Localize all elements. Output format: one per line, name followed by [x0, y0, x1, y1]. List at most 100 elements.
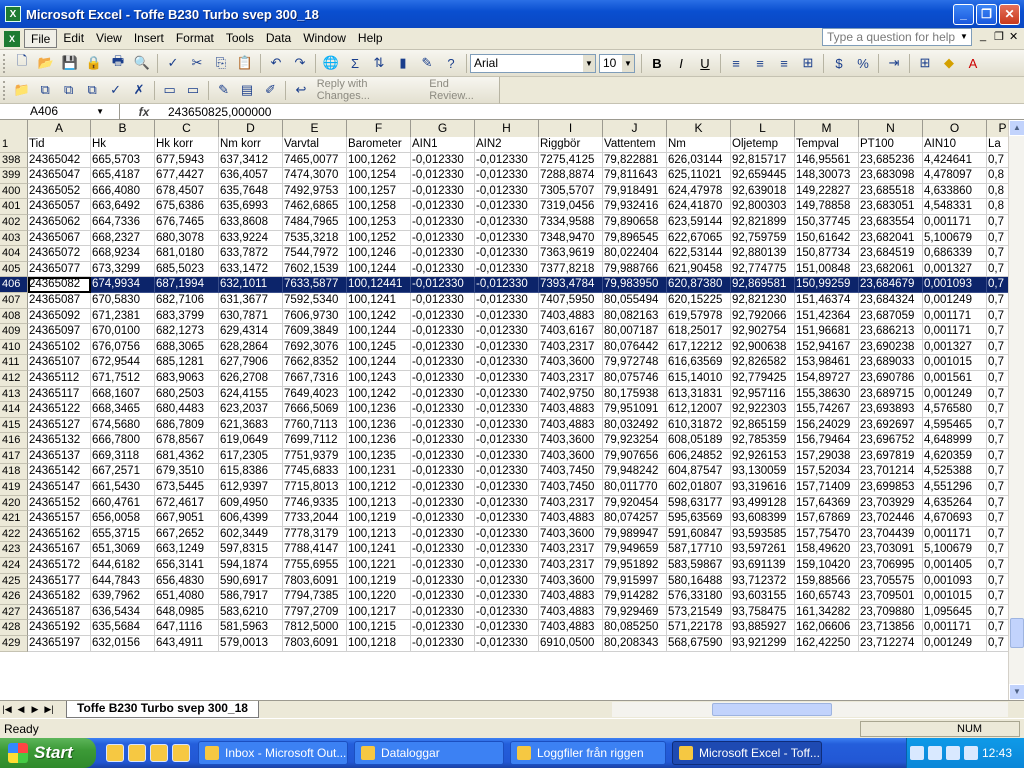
cell[interactable]: 7402,9750	[539, 386, 603, 403]
cell[interactable]: 5,100679	[923, 542, 987, 559]
cell[interactable]: 612,12007	[667, 402, 731, 418]
help-icon[interactable]: ?	[440, 52, 462, 74]
cell[interactable]: -0,012330	[475, 214, 539, 231]
cell[interactable]: 100,1254	[347, 168, 411, 184]
cell[interactable]: 7797,2709	[283, 604, 347, 621]
column-header-p[interactable]: P	[987, 120, 1008, 137]
hyperlink-icon[interactable]: 🌐	[320, 52, 342, 74]
cell[interactable]: 673,3299	[91, 261, 155, 278]
cell[interactable]: 7778,3179	[283, 526, 347, 543]
horizontal-scroll-thumb[interactable]	[712, 703, 832, 716]
cell[interactable]: 655,3715	[91, 526, 155, 543]
cell[interactable]: 621,90458	[667, 261, 731, 278]
last-sheet-icon[interactable]: ▶|	[42, 704, 56, 715]
name-box[interactable]: A406 ▼	[0, 104, 120, 119]
cell[interactable]: 24365137	[28, 448, 91, 465]
cell[interactable]: 0,001405	[923, 558, 987, 574]
cell[interactable]: -0,012330	[411, 402, 475, 418]
cell[interactable]: 637,3412	[219, 152, 283, 169]
cell[interactable]: 0,7	[987, 387, 1008, 403]
cell[interactable]: 24365157	[28, 511, 91, 527]
cell[interactable]: 100,1244	[347, 355, 411, 371]
cell[interactable]: -0,012330	[475, 589, 539, 605]
align-center-icon[interactable]: ≡	[749, 52, 771, 74]
cell[interactable]: 23,693893	[859, 402, 923, 418]
row-header[interactable]: 429	[0, 636, 28, 652]
cell[interactable]: 79,948242	[603, 464, 667, 481]
cell[interactable]: 24365142	[28, 464, 91, 481]
cell[interactable]: 162,42250	[795, 636, 859, 652]
compare-icon[interactable]: ⧉	[34, 79, 55, 101]
cell[interactable]: 151,42364	[795, 308, 859, 325]
cell[interactable]: 100,1262	[347, 152, 411, 169]
cell[interactable]: 7403,4883	[539, 417, 603, 434]
cell[interactable]: 7403,7450	[539, 464, 603, 481]
excel-app-icon[interactable]: X	[5, 6, 21, 22]
row-header[interactable]: 405	[0, 261, 28, 278]
column-header-m[interactable]: M	[795, 120, 859, 137]
cell[interactable]: 591,60847	[667, 526, 731, 543]
percent-icon[interactable]: %	[852, 52, 874, 74]
cell[interactable]: 24365062	[28, 214, 91, 231]
security-icon[interactable]	[963, 746, 978, 760]
cell[interactable]: 664,7336	[91, 214, 155, 231]
cell[interactable]: 150,87734	[795, 246, 859, 262]
cell[interactable]: 602,3449	[219, 526, 283, 543]
cell[interactable]: 0,8	[987, 199, 1008, 215]
cell[interactable]: 24365112	[28, 370, 91, 387]
cell[interactable]: 7755,6955	[283, 558, 347, 574]
cell[interactable]: -0,012330	[411, 495, 475, 512]
row-header[interactable]: 424	[0, 558, 28, 574]
insert-function-button[interactable]: fx	[120, 105, 168, 119]
cell[interactable]: 619,57978	[667, 308, 731, 325]
select-all-corner[interactable]	[0, 120, 28, 137]
help-dropdown-icon[interactable]: ▼	[958, 30, 970, 44]
cell[interactable]: 633,1472	[219, 261, 283, 278]
cell[interactable]: 100,1252	[347, 230, 411, 247]
cell[interactable]: 80,175938	[603, 386, 667, 403]
cell[interactable]: 636,4057	[219, 168, 283, 184]
cell[interactable]: 630,7871	[219, 308, 283, 325]
cell[interactable]: 7403,4883	[539, 620, 603, 636]
cell[interactable]: 4,635264	[923, 495, 987, 512]
cell[interactable]: 685,5023	[155, 261, 219, 278]
cell[interactable]: 7794,7385	[283, 589, 347, 605]
cell[interactable]: 24365147	[28, 480, 91, 496]
cell[interactable]: 667,2652	[155, 526, 219, 543]
cell[interactable]: 0,7	[987, 542, 1008, 559]
cell[interactable]: 23,713856	[859, 620, 923, 636]
cell[interactable]: 7403,3600	[539, 448, 603, 465]
cell[interactable]: 162,06606	[795, 620, 859, 636]
cell[interactable]: 92,659445	[731, 168, 795, 184]
cell[interactable]: 656,3141	[155, 558, 219, 574]
cell[interactable]: 668,3465	[91, 402, 155, 418]
cell[interactable]: 92,902754	[731, 324, 795, 340]
cell[interactable]: 24365122	[28, 402, 91, 418]
cell[interactable]: 4,525388	[923, 464, 987, 481]
chart-wizard-icon[interactable]: ▮	[392, 52, 414, 74]
cell[interactable]: 155,74267	[795, 402, 859, 418]
menu-window[interactable]: Window	[297, 29, 352, 48]
bold-button[interactable]: B	[646, 52, 668, 74]
cell[interactable]: 0,7	[987, 293, 1008, 309]
cell[interactable]: 23,709880	[859, 604, 923, 621]
cell[interactable]: 92,826582	[731, 355, 795, 371]
cell[interactable]: 663,1249	[155, 542, 219, 559]
cell[interactable]: 676,0756	[91, 339, 155, 356]
cell[interactable]: 651,4080	[155, 589, 219, 605]
cell[interactable]: 152,94167	[795, 339, 859, 356]
cell[interactable]: 79,890658	[603, 214, 667, 231]
cell[interactable]: 100,1236	[347, 402, 411, 418]
cell[interactable]: -0,012330	[475, 433, 539, 449]
cell[interactable]: 616,63569	[667, 355, 731, 371]
comment-icon[interactable]: ▭	[159, 79, 180, 101]
cell[interactable]: 7403,2317	[539, 495, 603, 512]
cell[interactable]: 23,684324	[859, 292, 923, 309]
cell[interactable]: 7699,7112	[283, 433, 347, 449]
cell[interactable]: 148,30073	[795, 168, 859, 184]
cell[interactable]: 24365187	[28, 604, 91, 621]
cell[interactable]: 0,7	[987, 340, 1008, 356]
cell[interactable]: 7492,9753	[283, 183, 347, 200]
cell[interactable]: 635,7648	[219, 183, 283, 200]
doc-minimize-button[interactable]: _	[980, 30, 986, 42]
